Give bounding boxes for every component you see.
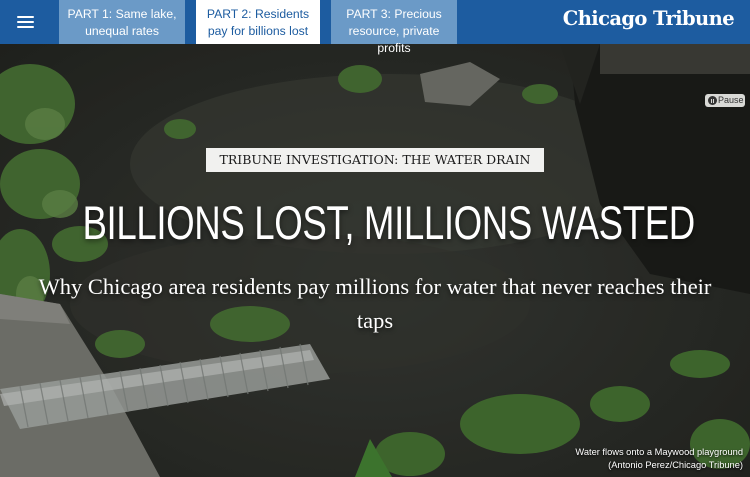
pause-label: Pause [718, 95, 744, 105]
chicago-tribune-logo[interactable]: Chicago Tribune [563, 7, 735, 30]
hero-scene-illustration [0, 44, 750, 477]
hamburger-menu-icon[interactable] [14, 10, 38, 34]
story-dek: Why Chicago area residents pay millions … [38, 274, 712, 333]
tab-part-1[interactable]: PART 1: Same lake, unequal rates [59, 0, 185, 44]
top-navigation-bar: PART 1: Same lake, unequal rates PART 2:… [0, 0, 750, 55]
story-headline: BILLIONS LOST, MILLIONS WASTED [82, 196, 696, 249]
photo-caption: Water flows onto a Maywood playground (A… [483, 446, 743, 471]
hero-video-background: Pause [0, 44, 750, 477]
caption-credit: (Antonio Perez/Chicago Tribune) [608, 459, 743, 470]
story-kicker: TRIBUNE INVESTIGATION: THE WATER DRAIN [206, 148, 544, 172]
story-page: PART 1: Same lake, unequal rates PART 2:… [0, 0, 750, 477]
pause-icon [708, 96, 717, 105]
tab-part-2[interactable]: PART 2: Residents pay for billions lost [196, 0, 320, 44]
tab-part-3[interactable]: PART 3: Precious resource, private profi… [331, 0, 457, 55]
caption-text: Water flows onto a Maywood playground [575, 447, 743, 457]
pause-video-button[interactable]: Pause [705, 94, 745, 107]
